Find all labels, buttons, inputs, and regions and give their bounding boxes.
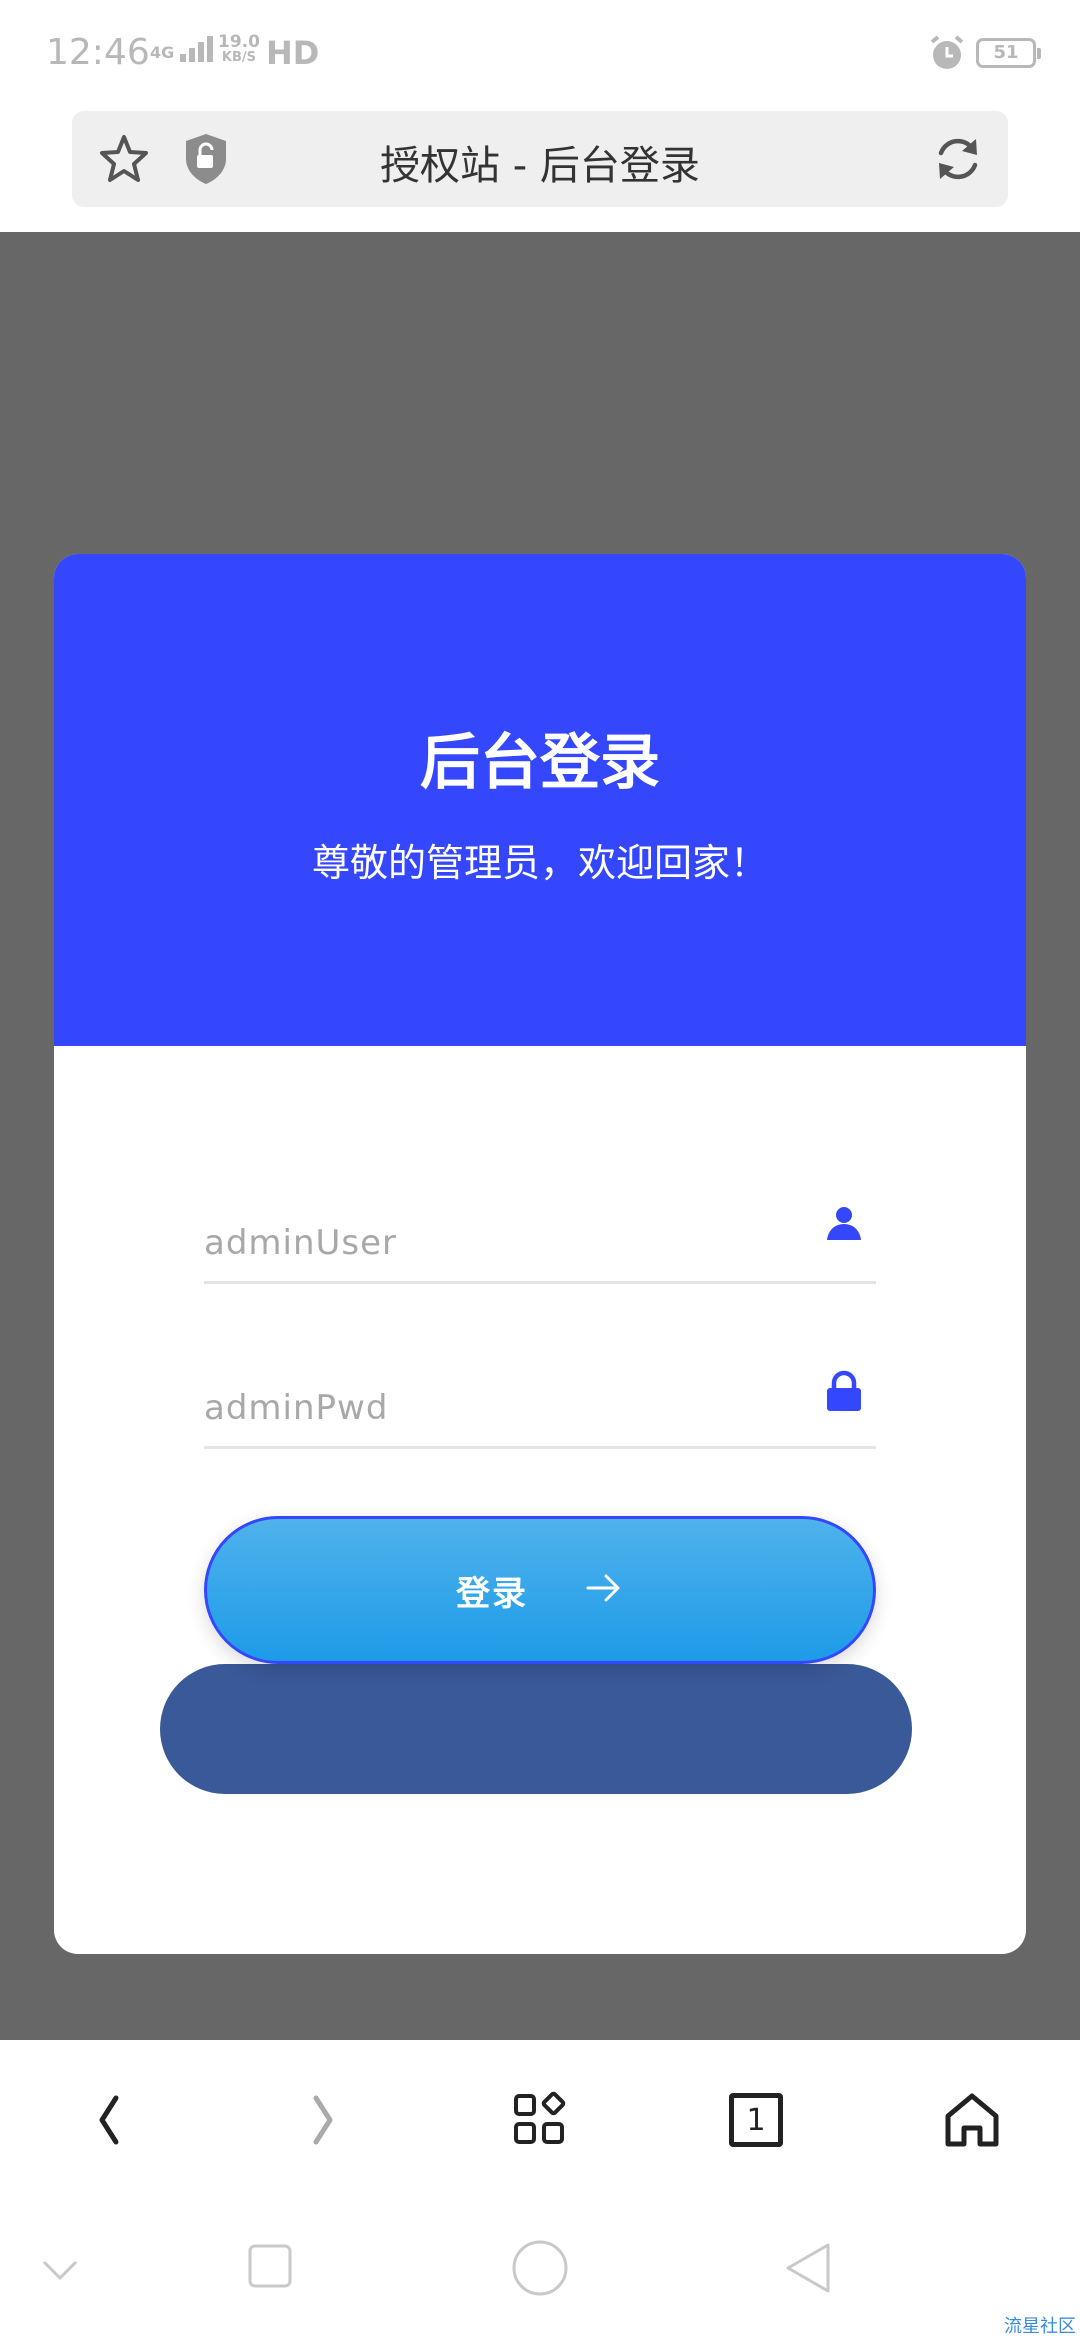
recent-apps-button[interactable] — [248, 2244, 292, 2292]
back-nav-button[interactable] — [784, 2242, 832, 2298]
network-speed-unit: KB/S — [221, 50, 257, 65]
password-field — [204, 1339, 876, 1449]
tabs-count-icon: 1 — [729, 2093, 783, 2147]
login-title: 后台登录 — [420, 728, 660, 798]
home-button[interactable] — [940, 2088, 1004, 2152]
network-speed-value: 19.0 — [218, 32, 260, 52]
signal-bars-icon — [180, 34, 214, 62]
login-button-label: 登录 — [456, 1573, 528, 1614]
web-content: 后台登录 尊敬的管理员，欢迎回家！ 登录 — [0, 232, 1080, 2040]
username-input[interactable] — [204, 1218, 764, 1268]
battery-indicator: 51 — [976, 38, 1041, 68]
refresh-icon[interactable] — [930, 131, 986, 191]
forward-button[interactable] — [292, 2088, 356, 2152]
login-subtitle: 尊敬的管理员，欢迎回家！ — [311, 841, 768, 885]
network-type: 4G — [150, 43, 175, 62]
square-icon — [248, 2244, 292, 2288]
signal-indicator: 4G — [150, 34, 214, 62]
status-time: 12:46 — [46, 32, 150, 73]
address-bar[interactable]: 授权站 - 后台登录 — [72, 111, 1008, 207]
username-field — [204, 1174, 876, 1284]
triangle-back-icon — [786, 2243, 830, 2293]
network-speed: 19.0 KB/S — [218, 34, 260, 65]
apps-grid-icon — [514, 2091, 566, 2144]
chevron-down-icon — [42, 2260, 78, 2281]
alarm-icon — [928, 34, 966, 76]
hide-nav-button[interactable] — [40, 2258, 80, 2286]
lock-icon — [824, 1369, 864, 1417]
tabs-count: 1 — [746, 2102, 766, 2138]
home-icon — [945, 2093, 999, 2147]
password-input[interactable] — [204, 1383, 764, 1433]
user-icon — [824, 1204, 864, 1248]
back-button[interactable] — [76, 2088, 140, 2152]
menu-button[interactable] — [508, 2088, 572, 2152]
login-button-shadow — [160, 1664, 912, 1794]
watermark: 流星社区 — [1004, 2316, 1076, 2337]
login-card: 后台登录 尊敬的管理员，欢迎回家！ 登录 — [54, 554, 1026, 1954]
page-title: 授权站 - 后台登录 — [380, 143, 700, 189]
system-navigation-bar: 流星社区 — [0, 2200, 1080, 2340]
tabs-button[interactable]: 1 — [724, 2088, 788, 2152]
circle-icon — [512, 2240, 568, 2296]
login-card-header: 后台登录 尊敬的管理员，欢迎回家！ — [54, 554, 1026, 1046]
status-bar: 12:46 4G 19.0 KB/S HD 51 — [0, 0, 1080, 108]
login-button[interactable]: 登录 — [204, 1516, 876, 1664]
forward-arrow-icon — [313, 2095, 333, 2145]
arrow-right-icon — [584, 1572, 624, 1608]
home-nav-button[interactable] — [512, 2240, 568, 2300]
back-arrow-icon — [99, 2095, 119, 2145]
browser-toolbar: 1 — [0, 2040, 1080, 2200]
hd-indicator: HD — [266, 34, 320, 72]
